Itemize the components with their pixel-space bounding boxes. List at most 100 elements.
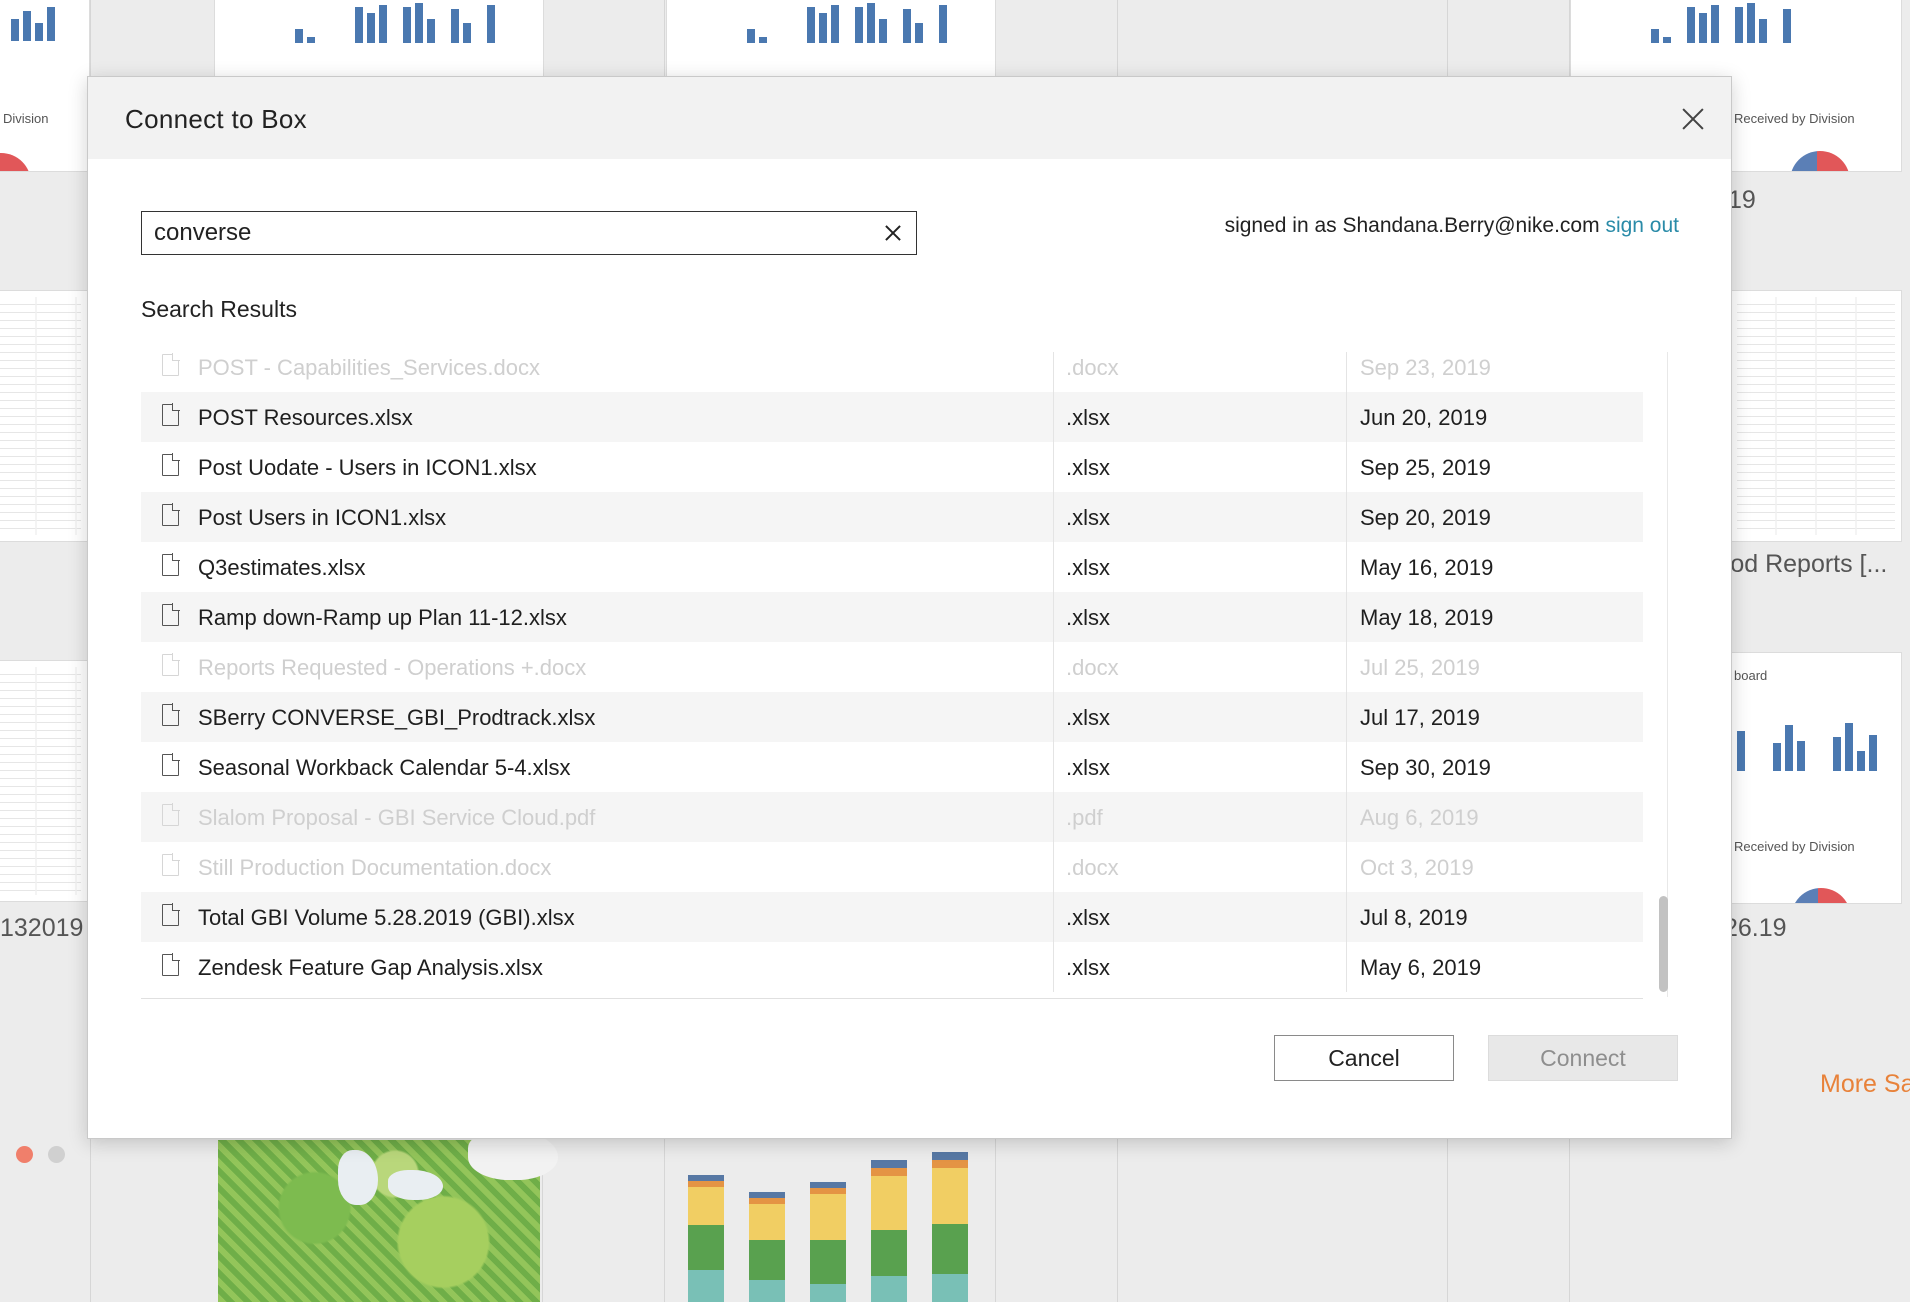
file-icon <box>162 653 180 676</box>
dialog-title: Connect to Box <box>125 104 307 134</box>
column-separator <box>1053 792 1054 842</box>
column-separator <box>1053 742 1054 792</box>
thumbnail-bars <box>1737 721 1877 771</box>
file-date: May 18, 2019 <box>1360 605 1494 630</box>
file-name: Post Users in ICON1.xlsx <box>198 505 447 530</box>
file-name: POST - Capabilities_Services.docx <box>198 355 540 380</box>
workbook-title: rod Reports [... <box>1722 550 1888 578</box>
thumbnail-bars <box>747 3 947 43</box>
column-separator <box>1053 642 1054 692</box>
thumbnail-table-columns <box>0 667 81 895</box>
result-row[interactable]: Ramp down-Ramp up Plan 11-12.xlsx .xlsx Ma… <box>141 592 1643 642</box>
column-separator <box>1346 352 1347 392</box>
file-icon <box>162 703 180 726</box>
file-date: Sep 20, 2019 <box>1360 505 1491 530</box>
workbook-thumbnail[interactable] <box>214 0 544 82</box>
scrollbar-thumb[interactable] <box>1659 896 1668 992</box>
result-row[interactable]: POST Resources.xlsx .xlsx Jun 20, 2019 <box>141 392 1643 442</box>
workbook-thumbnail[interactable] <box>666 0 996 82</box>
file-type: .xlsx <box>1066 755 1110 780</box>
column-separator <box>1053 392 1054 442</box>
column-separator <box>1053 692 1054 742</box>
file-type: .xlsx <box>1066 455 1110 480</box>
file-icon <box>162 753 180 776</box>
thumbnail-board-label: board <box>1734 668 1768 683</box>
signed-in-text: signed in as Shandana.Berry@nike.com <box>1224 214 1600 237</box>
thumbnail-chart-label: Received by Division <box>1734 111 1855 126</box>
result-row: Still Production Documentation.docx .docx… <box>141 842 1643 892</box>
stacked-bar <box>932 1152 968 1302</box>
carousel-dot-active[interactable] <box>16 1146 33 1163</box>
file-type: .xlsx <box>1066 555 1110 580</box>
account-status: signed in as Shandana.Berry@nike.com sig… <box>1225 214 1679 238</box>
result-row[interactable]: SBerry CONVERSE_GBI_Prodtrack.xlsx .xlsx J… <box>141 692 1643 742</box>
file-icon <box>162 503 180 526</box>
column-separator <box>1346 892 1347 942</box>
column-separator <box>1053 492 1054 542</box>
column-separator <box>1346 742 1347 792</box>
column-separator <box>1346 942 1347 992</box>
stacked-bar <box>749 1192 785 1302</box>
column-separator <box>1346 692 1347 742</box>
more-samples-link[interactable]: More Sa <box>1820 1070 1910 1099</box>
file-date: Jul 8, 2019 <box>1360 905 1468 930</box>
clear-icon[interactable] <box>884 224 902 242</box>
column-separator <box>1346 442 1347 492</box>
column-separator <box>1053 352 1054 392</box>
search-field[interactable] <box>141 211 917 255</box>
file-icon <box>162 453 180 476</box>
file-type: .xlsx <box>1066 955 1110 980</box>
file-name: Reports Requested - Operations +.docx <box>198 655 587 680</box>
file-date: Sep 23, 2019 <box>1360 355 1491 380</box>
close-icon[interactable] <box>1677 103 1709 135</box>
workbook-thumbnail[interactable] <box>1730 290 1902 542</box>
result-row[interactable]: Total GBI Volume 5.28.2019 (GBI).xlsx .xl… <box>141 892 1643 942</box>
file-name: Seasonal Workback Calendar 5-4.xlsx <box>198 755 571 780</box>
column-separator <box>1053 892 1054 942</box>
search-input[interactable] <box>154 212 854 254</box>
workbook-thumbnail[interactable]: board Received by Division <box>1730 652 1902 904</box>
result-row[interactable]: Q3estimates.xlsx .xlsx May 16, 2019 <box>141 542 1643 592</box>
column-separator <box>1053 942 1054 992</box>
thumbnail-pie <box>0 153 31 171</box>
file-name: Ramp down-Ramp up Plan 11-12.xlsx <box>198 605 567 630</box>
map-lake <box>338 1150 378 1205</box>
thumbnail-chart-label: Division <box>3 111 49 126</box>
thumbnail-bars <box>295 3 495 43</box>
connect-button[interactable]: Connect <box>1488 1035 1678 1081</box>
dialog-header: Connect to Box <box>88 77 1731 159</box>
results-divider <box>141 998 1643 999</box>
file-type: .xlsx <box>1066 705 1110 730</box>
file-type: .pdf <box>1066 805 1103 830</box>
result-row[interactable]: Zendesk Feature Gap Analysis.xlsx .xlsx Ma… <box>141 942 1643 992</box>
stacked-bar <box>810 1182 846 1302</box>
carousel-dot[interactable] <box>48 1146 65 1163</box>
connect-dialog: Connect to Box signed in as Shandana.Ber… <box>87 76 1732 1139</box>
result-row[interactable]: Post Uodate - Users in ICON1.xlsx .xlsx Se… <box>141 442 1643 492</box>
workbook-thumbnail[interactable] <box>0 290 88 542</box>
result-row[interactable]: Post Users in ICON1.xlsx .xlsx Sep 20, 201… <box>141 492 1643 542</box>
file-name: Post Uodate - Users in ICON1.xlsx <box>198 455 537 480</box>
file-type: .docx <box>1066 655 1119 680</box>
cancel-button[interactable]: Cancel <box>1274 1035 1454 1081</box>
file-date: Jun 20, 2019 <box>1360 405 1488 430</box>
column-separator <box>1053 542 1054 592</box>
column-separator <box>1346 542 1347 592</box>
workbook-thumbnail[interactable]: Division <box>0 0 90 172</box>
workbook-title: 26.19 <box>1724 914 1787 942</box>
result-row: POST - Capabilities_Services.docx .docx Se… <box>141 352 1643 392</box>
file-date: May 16, 2019 <box>1360 555 1494 580</box>
file-date: Jul 25, 2019 <box>1360 655 1480 680</box>
sign-out-link[interactable]: sign out <box>1605 214 1679 237</box>
workbook-thumbnail[interactable] <box>0 660 88 902</box>
results-scrollbar[interactable] <box>1657 352 1669 997</box>
file-name: POST Resources.xlsx <box>198 405 413 430</box>
file-type: .xlsx <box>1066 405 1110 430</box>
map-thumbnail[interactable] <box>218 1130 558 1302</box>
result-row[interactable]: Seasonal Workback Calendar 5-4.xlsx .xlsx… <box>141 742 1643 792</box>
results-list[interactable]: POST - Capabilities_Services.docx .docx Se… <box>141 352 1665 997</box>
thumbnail-chart-label: Received by Division <box>1734 839 1855 854</box>
file-name: Total GBI Volume 5.28.2019 (GBI).xlsx <box>198 905 575 930</box>
stacked-bar-thumbnail[interactable] <box>666 1140 994 1302</box>
file-icon <box>162 953 180 976</box>
